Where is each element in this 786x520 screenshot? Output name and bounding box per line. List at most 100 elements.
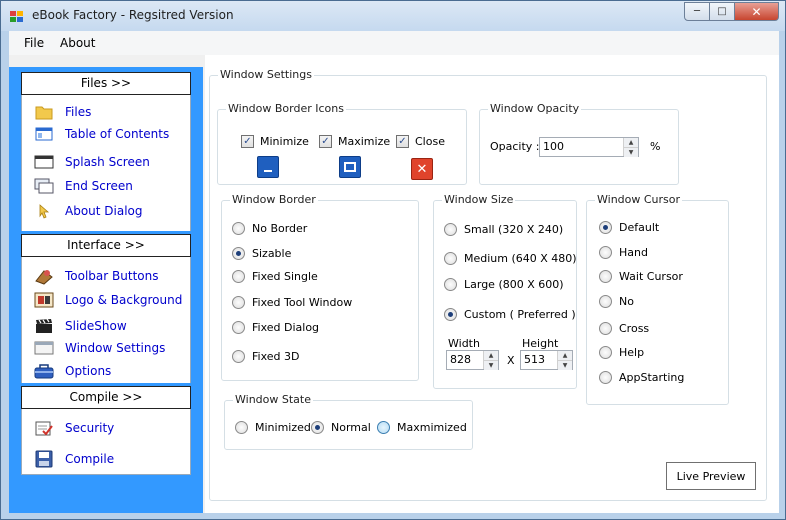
border-option-fixed-tool-window[interactable]: Fixed Tool Window: [232, 296, 352, 309]
nav-item-logo-background[interactable]: Logo & Background: [34, 291, 182, 309]
security-icon: [34, 420, 54, 436]
border-option-fixed-dialog[interactable]: Fixed Dialog: [232, 321, 319, 334]
opacity-stepper[interactable]: 100 ▲ ▼: [539, 137, 639, 157]
nav-item-about-dialog[interactable]: About Dialog: [34, 202, 143, 220]
opacity-label: Opacity :: [490, 140, 540, 153]
end-screen-icon: [34, 178, 54, 194]
close-preview-icon: ✕: [411, 158, 433, 180]
cursor-option-hand[interactable]: Hand: [599, 246, 648, 259]
close-checkbox[interactable]: ✓ Close: [396, 135, 445, 148]
checkmark-icon: ✓: [241, 135, 254, 148]
state-option-maximized[interactable]: Maxmimized: [377, 421, 467, 434]
window-border-title: Window Border: [230, 193, 318, 206]
window-settings-title: Window Settings: [218, 68, 314, 81]
cursor-icon: [34, 203, 54, 219]
cursor-option-default[interactable]: Default: [599, 221, 659, 234]
cursor-option-wait[interactable]: Wait Cursor: [599, 270, 683, 283]
cursor-option-help[interactable]: Help: [599, 346, 644, 359]
client-area: Files >> Files Table of Contents Splash …: [9, 55, 779, 513]
menu-bar: File About: [9, 31, 779, 55]
clapperboard-icon: [34, 318, 54, 334]
opacity-unit: %: [650, 140, 661, 153]
close-icon: ✕: [751, 4, 762, 19]
window-state-title: Window State: [233, 393, 313, 406]
title-bar[interactable]: eBook Factory - Regsitred Version ─ □ ✕: [1, 1, 785, 31]
minimize-button[interactable]: ─: [684, 2, 710, 21]
nav-item-window-settings[interactable]: Window Settings: [34, 339, 165, 357]
size-option-custom[interactable]: Custom ( Preferred ): [444, 308, 576, 321]
nav-item-files[interactable]: Files: [34, 103, 91, 121]
nav-item-options[interactable]: Options: [34, 362, 111, 380]
maximize-button[interactable]: □: [710, 2, 735, 21]
width-label: Width: [448, 337, 480, 350]
border-option-no-border[interactable]: No Border: [232, 222, 307, 235]
nav-item-splash-screen[interactable]: Splash Screen: [34, 153, 150, 171]
minimize-icon: ─: [693, 6, 701, 17]
maximize-checkbox[interactable]: ✓ Maximize: [319, 135, 390, 148]
close-button[interactable]: ✕: [735, 2, 779, 21]
size-option-small[interactable]: Small (320 X 240): [444, 223, 563, 236]
opacity-title: Window Opacity: [488, 102, 582, 115]
spin-up-icon[interactable]: ▲: [484, 351, 498, 360]
compile-section-header[interactable]: Compile >>: [21, 386, 191, 409]
logo-background-icon: [34, 292, 54, 308]
splash-screen-icon: [34, 154, 54, 170]
files-section-header[interactable]: Files >>: [21, 72, 191, 95]
spin-down-icon[interactable]: ▼: [558, 360, 572, 370]
nav-item-end-screen[interactable]: End Screen: [34, 177, 133, 195]
nav-item-table-of-contents[interactable]: Table of Contents: [34, 125, 169, 143]
checkmark-icon: ✓: [319, 135, 332, 148]
size-option-medium[interactable]: Medium (640 X 480): [444, 252, 577, 265]
interface-section: Toolbar Buttons Logo & Background SlideS…: [21, 257, 191, 383]
cursor-option-no[interactable]: No: [599, 295, 634, 308]
opacity-group: Window Opacity Opacity : 100 ▲ ▼ %: [479, 102, 679, 185]
border-option-sizable[interactable]: Sizable: [232, 247, 291, 260]
window-controls: ─ □ ✕: [684, 2, 779, 21]
window-title: eBook Factory - Regsitred Version: [32, 8, 234, 22]
table-of-contents-icon: [34, 126, 54, 142]
toolbox-icon: [34, 363, 54, 379]
state-option-normal[interactable]: Normal: [311, 421, 371, 434]
compile-section: Security Compile: [21, 409, 191, 475]
window-cursor-group: Window Cursor Default Hand Wait Cursor N…: [586, 193, 729, 405]
size-option-large[interactable]: Large (800 X 600): [444, 278, 564, 291]
cursor-option-appstarting[interactable]: AppStarting: [599, 371, 684, 384]
window-state-group: Window State Minimized Normal Maxmimized: [224, 393, 473, 450]
minimize-checkbox[interactable]: ✓ Minimize: [241, 135, 309, 148]
settings-panel: Window Settings Window Border Icons ✓ Mi…: [205, 55, 779, 513]
spin-up-icon[interactable]: ▲: [624, 138, 638, 147]
spin-down-icon[interactable]: ▼: [484, 360, 498, 370]
nav-item-slideshow[interactable]: SlideShow: [34, 317, 127, 335]
app-icon: [10, 11, 23, 22]
spin-down-icon[interactable]: ▼: [624, 147, 638, 157]
border-icons-title: Window Border Icons: [226, 102, 346, 115]
toolbar-buttons-icon: [34, 268, 54, 285]
live-preview-button[interactable]: Live Preview: [666, 462, 756, 490]
state-option-minimized[interactable]: Minimized: [235, 421, 311, 434]
window-border-group: Window Border No Border Sizable Fixed Si…: [221, 193, 419, 381]
border-icons-group: Window Border Icons ✓ Minimize ✓ Maximiz…: [217, 102, 467, 185]
window-size-title: Window Size: [442, 193, 516, 206]
interface-section-header[interactable]: Interface >>: [21, 234, 191, 257]
app-window: eBook Factory - Regsitred Version ─ □ ✕ …: [0, 0, 786, 520]
floppy-disk-icon: [34, 450, 54, 468]
nav-item-toolbar-buttons[interactable]: Toolbar Buttons: [34, 267, 158, 285]
nav-item-compile[interactable]: Compile: [34, 450, 114, 468]
files-section: Files Table of Contents Splash Screen En…: [21, 95, 191, 231]
border-option-fixed-single[interactable]: Fixed Single: [232, 270, 318, 283]
size-separator: X: [507, 354, 515, 367]
menu-file[interactable]: File: [24, 36, 44, 50]
nav-item-security[interactable]: Security: [34, 419, 114, 437]
cursor-option-cross[interactable]: Cross: [599, 322, 649, 335]
border-option-fixed-3d[interactable]: Fixed 3D: [232, 350, 299, 363]
maximize-preview-icon: [339, 156, 361, 178]
menu-about[interactable]: About: [60, 36, 95, 50]
height-stepper[interactable]: 513 ▲ ▼: [520, 350, 573, 370]
window-size-group: Window Size Small (320 X 240) Medium (64…: [433, 193, 577, 389]
window-settings-icon: [34, 340, 54, 356]
width-stepper[interactable]: 828 ▲ ▼: [446, 350, 499, 370]
navigation-panel: Files >> Files Table of Contents Splash …: [9, 67, 203, 513]
window-cursor-title: Window Cursor: [595, 193, 683, 206]
spin-up-icon[interactable]: ▲: [558, 351, 572, 360]
maximize-icon: □: [717, 6, 727, 17]
